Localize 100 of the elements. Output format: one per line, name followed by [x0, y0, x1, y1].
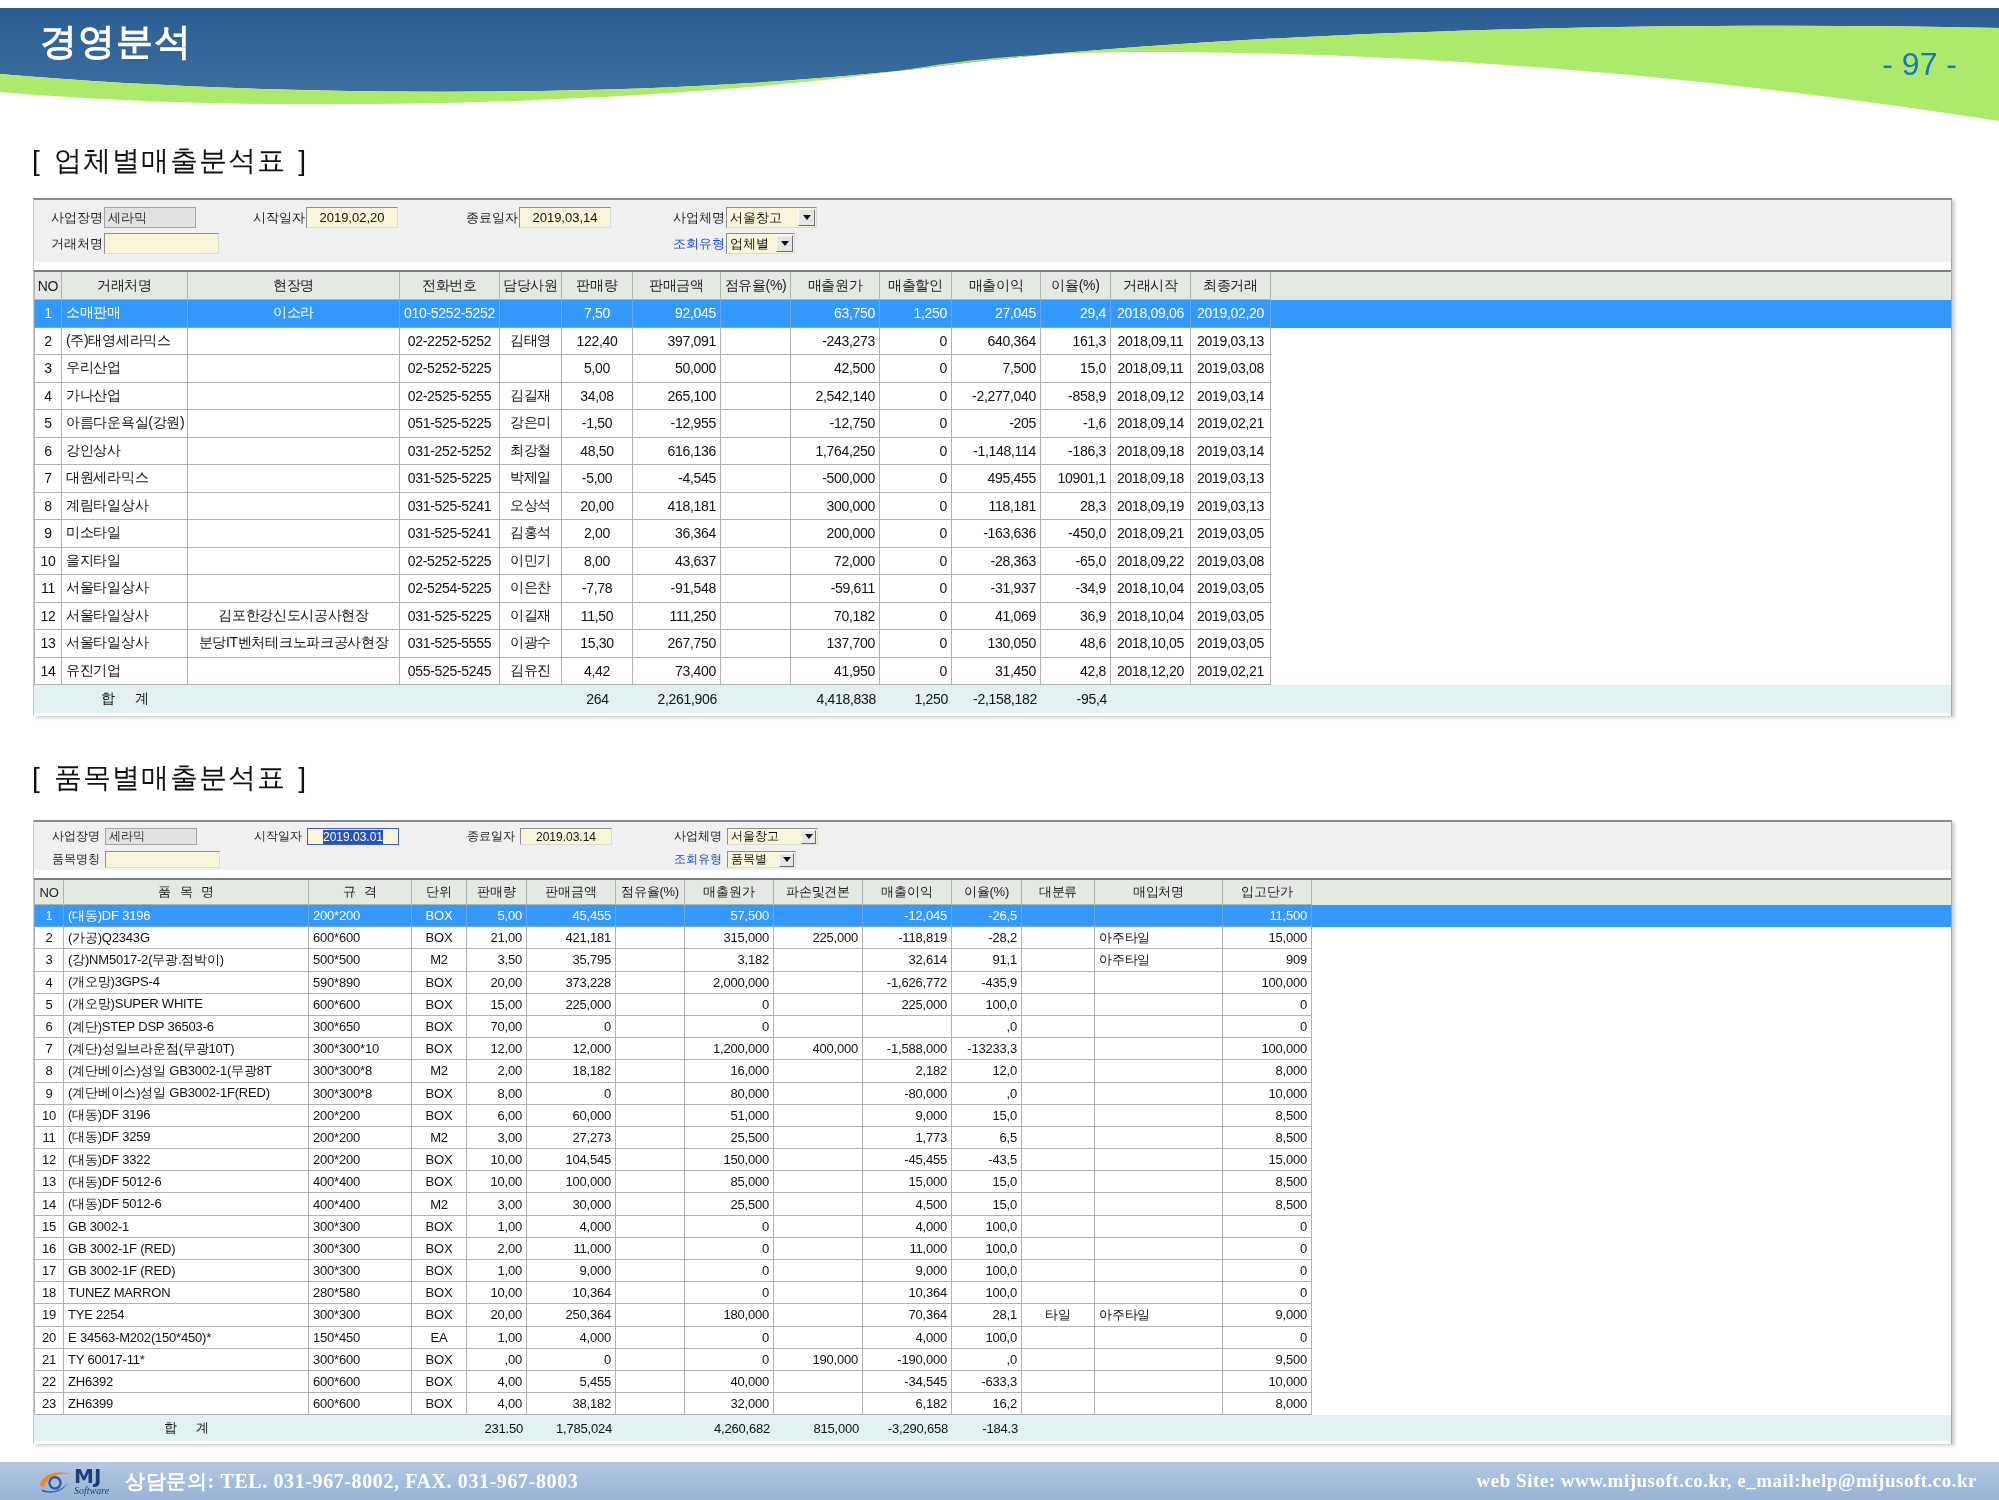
- table-cell: BOX: [412, 1082, 467, 1105]
- total-cell-text: -3,290,658: [886, 1419, 949, 1438]
- table-cell: BOX: [412, 993, 467, 1016]
- table-cell: 30,000: [527, 1193, 616, 1216]
- dropdown-button[interactable]: [779, 852, 794, 867]
- date-field[interactable]: 2019,02,20: [306, 207, 398, 228]
- field-label: 사업체명: [673, 208, 721, 227]
- field-link[interactable]: 조회유형: [674, 851, 722, 868]
- field-label: 사업장명: [52, 828, 100, 845]
- table-cell: 2018,09,21: [1111, 520, 1191, 548]
- dropdown-field[interactable]: 업체별: [726, 233, 795, 254]
- table-cell: -4,545: [633, 465, 721, 493]
- table-cell: -190,000: [863, 1348, 952, 1371]
- total-cell-text: 합 계: [163, 1419, 210, 1438]
- table-cell: 92,045: [633, 300, 721, 328]
- dropdown-button[interactable]: [776, 235, 793, 252]
- dropdown-button[interactable]: [801, 829, 816, 844]
- table-cell: 2019,03,05: [1191, 520, 1271, 548]
- date-field[interactable]: 2019.03.14: [520, 828, 612, 845]
- table-cell: 4,500: [863, 1193, 952, 1216]
- total-cell-text: 합 계: [100, 689, 150, 708]
- table-cell: 0: [1223, 993, 1312, 1016]
- table-cell: 강은미: [500, 410, 562, 438]
- table-cell: 0: [1223, 1215, 1312, 1238]
- total-cell-text: 815,000: [812, 1419, 860, 1438]
- table-cell: 2018,09,18: [1111, 465, 1191, 493]
- table-cell: 20,00: [467, 971, 527, 994]
- table-cell: 02-5254-5225: [400, 575, 500, 603]
- table-cell: -34,9: [1041, 575, 1111, 603]
- table-cell: 0: [1223, 1326, 1312, 1349]
- table-cell: 박제일: [500, 465, 562, 493]
- table-cell: -435,9: [952, 971, 1022, 994]
- table-cell: 137,700: [791, 630, 880, 658]
- table-cell: -31,937: [952, 575, 1041, 603]
- table-cell: 0: [880, 410, 952, 438]
- date-field[interactable]: 2019.03.01: [307, 828, 399, 845]
- table-cell: M2: [412, 949, 467, 972]
- field-label: 거래처명: [51, 234, 99, 253]
- table-cell: 031-525-5225: [400, 465, 500, 493]
- table-cell: 2,00: [467, 1060, 527, 1083]
- total-cell-text: 1,785,024: [554, 1419, 613, 1438]
- table-cell: BOX: [412, 971, 467, 994]
- table-cell: (개오망)3GPS-4: [64, 971, 309, 994]
- table-cell: 8,500: [1223, 1193, 1312, 1216]
- caret-icon: [804, 834, 813, 839]
- dropdown-field[interactable]: 서울창고: [726, 207, 817, 228]
- page-number: - 97 -: [1882, 46, 1957, 82]
- table-cell: 28,1: [952, 1304, 1022, 1327]
- table-cell: 0: [527, 1348, 616, 1371]
- table-cell: 32,614: [863, 949, 952, 972]
- table-cell: 300*300*8: [309, 1060, 412, 1083]
- text-field[interactable]: [104, 233, 219, 254]
- dropdown-field[interactable]: 품목별: [727, 851, 796, 868]
- text-field[interactable]: 세라믹: [105, 828, 197, 845]
- text-field[interactable]: 세라믹: [104, 207, 196, 228]
- table-cell: 3,182: [685, 949, 774, 972]
- table-cell: 373,228: [527, 971, 616, 994]
- table-cell: 10,000: [1223, 1082, 1312, 1105]
- table-cell: 031-525-5241: [400, 520, 500, 548]
- date-field[interactable]: 2019,03,14: [519, 207, 611, 228]
- table-cell: -7,78: [562, 575, 633, 603]
- table-cell: 2019,03,08: [1191, 355, 1271, 383]
- table-cell: 1,00: [467, 1215, 527, 1238]
- table-cell: 200*200: [309, 1104, 412, 1127]
- table-cell: (개오망)SUPER WHITE: [64, 993, 309, 1016]
- table-cell: 8,500: [1223, 1104, 1312, 1127]
- field-label: 종료일자: [467, 828, 515, 845]
- table-cell: -91,548: [633, 575, 721, 603]
- total-cell-text: 264: [585, 690, 610, 709]
- section-title: [ 품목별매출분석표 ]: [32, 761, 309, 795]
- table-cell: -59,611: [791, 575, 880, 603]
- dropdown-button[interactable]: [798, 209, 815, 226]
- text-field[interactable]: [105, 851, 220, 868]
- table-cell: 400*400: [309, 1193, 412, 1216]
- table-cell: -205: [952, 410, 1041, 438]
- table-cell: 130,050: [952, 630, 1041, 658]
- table-cell: 0: [685, 1326, 774, 1349]
- table-cell: 02-5252-5225: [400, 355, 500, 383]
- table-cell: (대동)DF 3196: [64, 1104, 309, 1127]
- table-cell: 2019,03,13: [1191, 465, 1271, 493]
- dropdown-field[interactable]: 서울창고: [727, 828, 818, 845]
- logo-subtext: Software: [74, 1486, 110, 1496]
- table-cell: 80,000: [685, 1082, 774, 1105]
- table-cell: 김홍석: [500, 520, 562, 548]
- table-cell: BOX: [412, 1348, 467, 1371]
- table-cell: GB 3002-1: [64, 1215, 309, 1238]
- table-cell: 25,500: [685, 1193, 774, 1216]
- table-cell: ,0: [952, 1348, 1022, 1371]
- table-cell: 10901,1: [1041, 465, 1111, 493]
- field-link[interactable]: 조회유형: [673, 234, 721, 253]
- table-cell: 051-525-5225: [400, 410, 500, 438]
- table-cell: 2019,03,05: [1191, 630, 1271, 658]
- table-cell: 미소타일: [62, 520, 188, 548]
- table-cell: 63,750: [791, 300, 880, 328]
- table-cell: 70,364: [863, 1304, 952, 1327]
- table-cell: 16,000: [685, 1060, 774, 1083]
- table-cell: 13: [34, 630, 62, 658]
- table-cell: 100,0: [952, 1326, 1022, 1349]
- table-cell: 0: [880, 575, 952, 603]
- table-cell: 11: [34, 575, 62, 603]
